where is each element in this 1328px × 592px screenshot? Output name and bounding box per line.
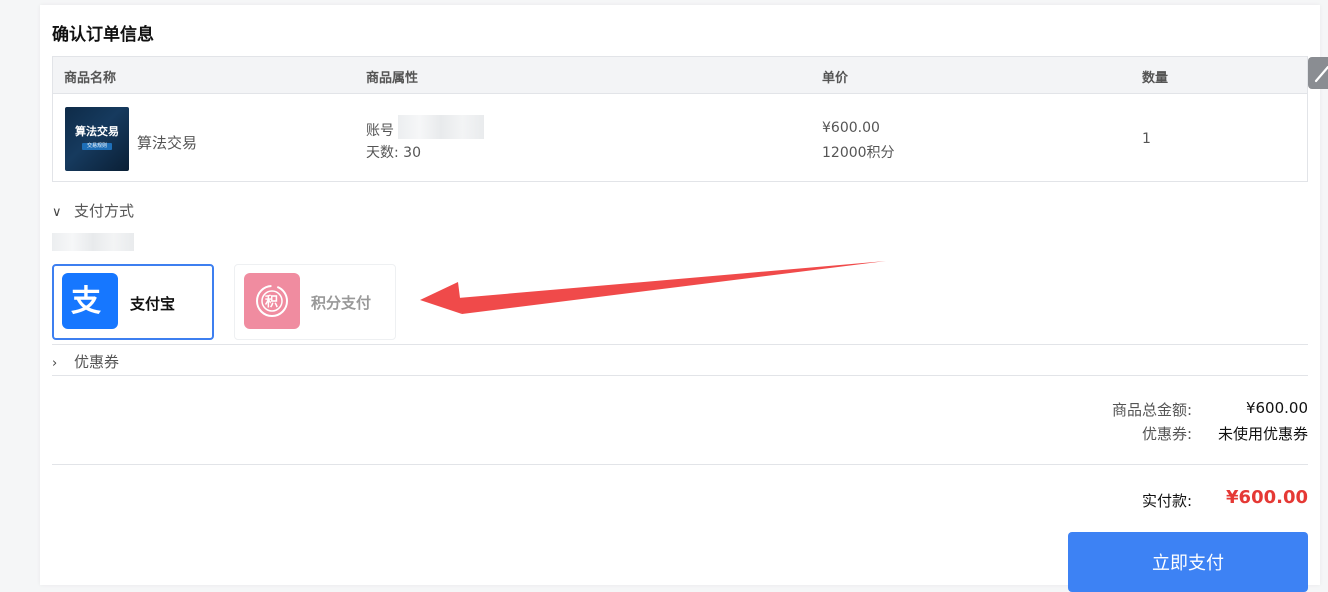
arrow-head — [420, 282, 462, 314]
arrow-shaft — [458, 261, 886, 314]
annotation-arrow — [420, 261, 886, 314]
magic-wand-icon[interactable] — [1308, 57, 1328, 89]
